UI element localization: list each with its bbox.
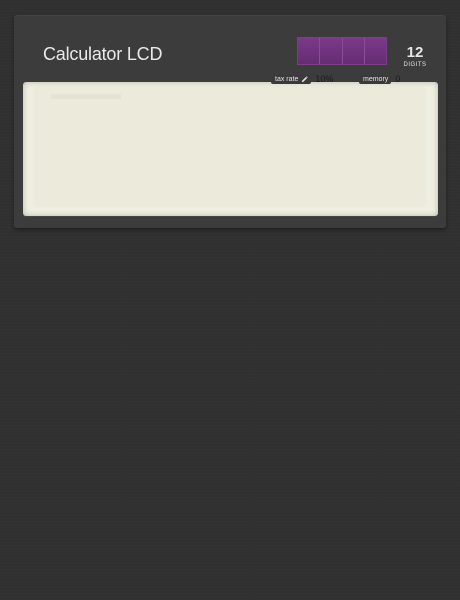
solar-panel [297, 37, 387, 65]
solar-cell [320, 38, 343, 64]
pencil-icon [302, 75, 309, 82]
memory-indicator[interactable]: memory 0 [359, 74, 400, 84]
tax-rate-indicator[interactable]: tax rate 10% [271, 74, 333, 84]
lcd-screen [35, 88, 425, 206]
memory-label: memory [363, 75, 389, 83]
solar-cell [364, 38, 386, 64]
lcd-display [23, 82, 438, 216]
page: Calculator LCD 12 DIGITS tax rate 10% me… [0, 0, 460, 600]
tax-rate-value: 10% [315, 74, 334, 84]
tax-rate-label: tax rate [275, 75, 299, 83]
lcd-ghost-segment [51, 94, 121, 99]
memory-tag[interactable]: memory [359, 74, 395, 84]
tax-rate-tag[interactable]: tax rate [271, 74, 315, 84]
solar-cell [342, 38, 365, 64]
digits-label: DIGITS [403, 62, 427, 68]
memory-value: 0 [395, 74, 401, 84]
digits-badge: 12 DIGITS [398, 45, 432, 69]
digits-count: 12 [406, 44, 424, 61]
solar-cell [298, 38, 321, 64]
calculator-body: Calculator LCD 12 DIGITS [14, 15, 446, 228]
calculator-title: Calculator LCD [43, 44, 163, 64]
